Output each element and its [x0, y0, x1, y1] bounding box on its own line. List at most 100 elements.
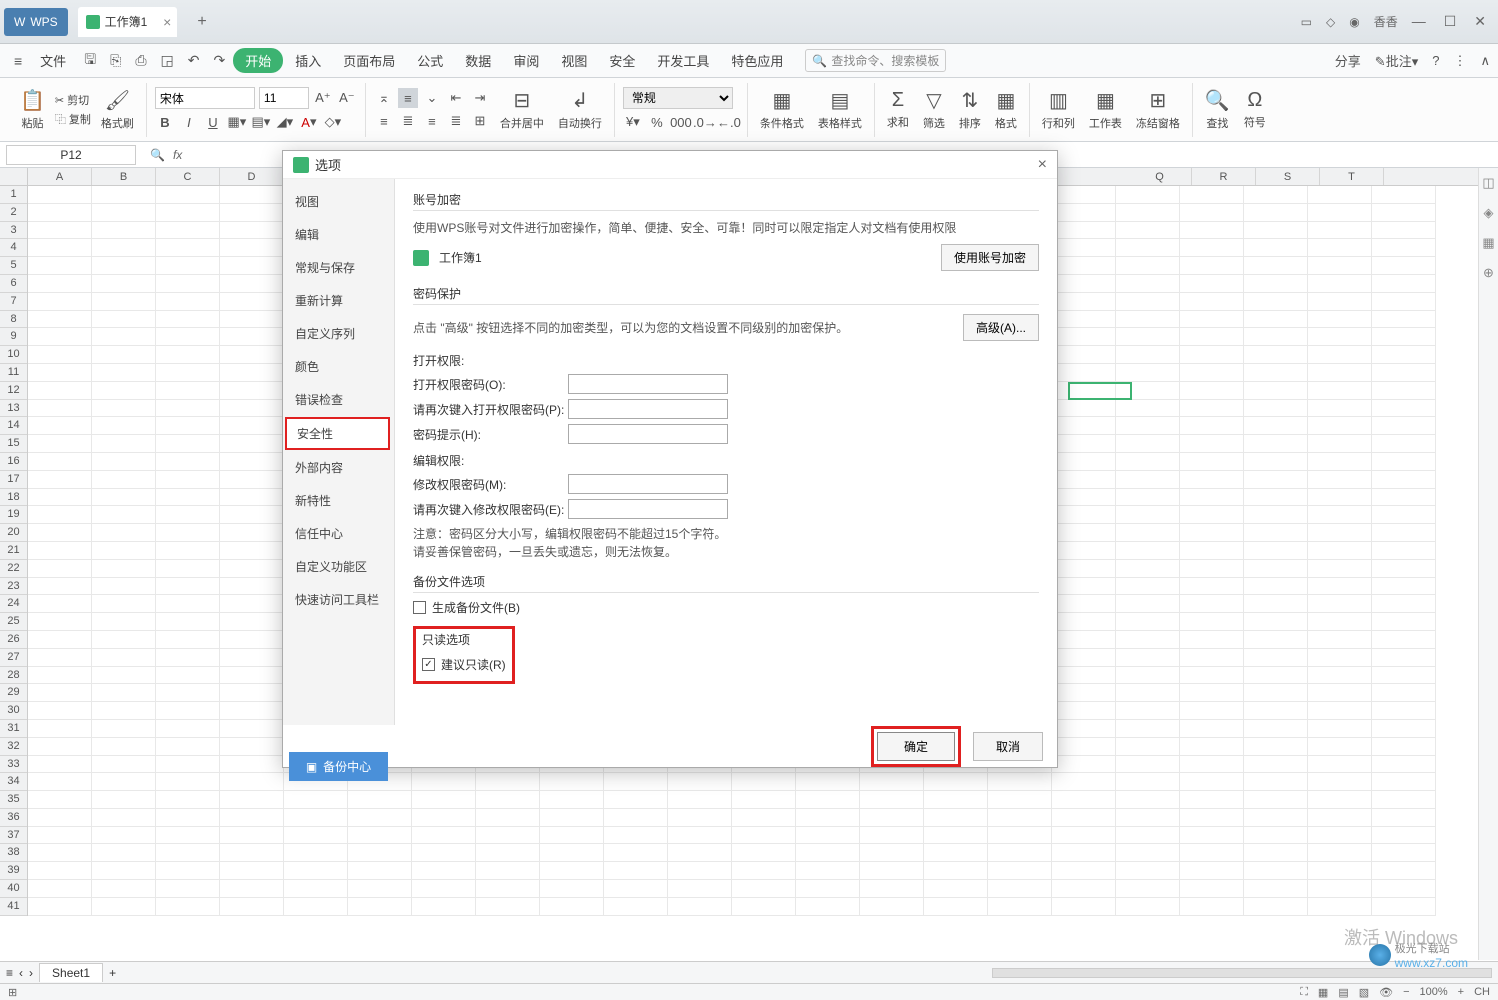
- paste-button[interactable]: 📋粘贴: [16, 86, 49, 133]
- row-header[interactable]: 36: [0, 809, 27, 827]
- row-header[interactable]: 23: [0, 578, 27, 596]
- nav-edit[interactable]: 编辑: [283, 218, 394, 251]
- cut-button[interactable]: ✂剪切: [55, 92, 91, 108]
- row-header[interactable]: 39: [0, 862, 27, 880]
- row-header[interactable]: 7: [0, 293, 27, 311]
- underline-icon[interactable]: U: [203, 112, 223, 132]
- clear-format-icon[interactable]: ◇▾: [323, 112, 343, 132]
- worksheet-button[interactable]: ▦工作表: [1085, 86, 1126, 133]
- user-avatar-icon[interactable]: ◉: [1349, 15, 1359, 29]
- row-header[interactable]: 20: [0, 524, 27, 542]
- share-button[interactable]: 分享: [1335, 51, 1361, 70]
- dialog-close-icon[interactable]: ×: [1038, 156, 1047, 174]
- tab-special[interactable]: 特色应用: [721, 47, 793, 74]
- comma-icon[interactable]: 000: [671, 112, 691, 132]
- open-pwd-confirm-input[interactable]: [568, 399, 728, 419]
- row-header[interactable]: 5: [0, 257, 27, 275]
- align-middle-icon[interactable]: ≡: [398, 88, 418, 108]
- bold-icon[interactable]: B: [155, 112, 175, 132]
- advanced-button[interactable]: 高级(A)...: [963, 314, 1039, 341]
- row-header[interactable]: 31: [0, 720, 27, 738]
- italic-icon[interactable]: I: [179, 112, 199, 132]
- col-header[interactable]: S: [1256, 168, 1320, 185]
- zoom-level[interactable]: 100%: [1420, 986, 1448, 998]
- cell-style-icon[interactable]: ▤▾: [251, 112, 271, 132]
- create-backup-row[interactable]: 生成备份文件(B): [413, 599, 1039, 616]
- menu-file[interactable]: 文件: [30, 47, 76, 74]
- row-header[interactable]: 15: [0, 435, 27, 453]
- save-icon[interactable]: 🖫: [78, 45, 102, 77]
- row-header[interactable]: 8: [0, 311, 27, 329]
- add-tab-button[interactable]: +: [197, 13, 206, 31]
- copy-button[interactable]: ⿻复制: [55, 111, 91, 127]
- align-top-icon[interactable]: ⌅: [374, 88, 394, 108]
- select-all-corner[interactable]: [0, 168, 28, 186]
- nav-recalc[interactable]: 重新计算: [283, 284, 394, 317]
- number-format-select[interactable]: 常规: [623, 87, 733, 109]
- tab-developer[interactable]: 开发工具: [647, 47, 719, 74]
- nav-error-check[interactable]: 错误检查: [283, 383, 394, 416]
- fill-color-icon[interactable]: ◢▾: [275, 112, 295, 132]
- font-color-icon[interactable]: A▾: [299, 112, 319, 132]
- collapse-ribbon-icon[interactable]: ∧: [1480, 53, 1490, 69]
- ok-button[interactable]: 确定: [877, 732, 955, 761]
- tab-start[interactable]: 开始: [233, 48, 283, 73]
- border-icon[interactable]: ▦▾: [227, 112, 247, 132]
- row-header[interactable]: 14: [0, 417, 27, 435]
- col-header[interactable]: A: [28, 168, 92, 185]
- help-icon[interactable]: ?: [1432, 53, 1439, 68]
- row-header[interactable]: 10: [0, 346, 27, 364]
- row-header[interactable]: 6: [0, 275, 27, 293]
- app-logo[interactable]: W WPS: [4, 8, 68, 36]
- view-break-icon[interactable]: ▧: [1359, 986, 1369, 999]
- row-header[interactable]: 16: [0, 453, 27, 471]
- row-header[interactable]: 25: [0, 613, 27, 631]
- nav-color[interactable]: 颜色: [283, 350, 394, 383]
- rowcol-button[interactable]: ▥行和列: [1038, 86, 1079, 133]
- create-backup-checkbox[interactable]: [413, 601, 426, 614]
- decrease-font-icon[interactable]: A⁻: [337, 88, 357, 108]
- freeze-button[interactable]: ⊞冻结窗格: [1132, 86, 1184, 133]
- pwd-hint-input[interactable]: [568, 424, 728, 444]
- decrease-indent-icon[interactable]: ⇤: [446, 88, 466, 108]
- nav-view[interactable]: 视图: [283, 185, 394, 218]
- sort-button[interactable]: ⇅排序: [955, 86, 985, 133]
- tab-next-icon[interactable]: ›: [29, 966, 33, 980]
- row-header[interactable]: 22: [0, 560, 27, 578]
- nav-trust-center[interactable]: 信任中心: [283, 517, 394, 550]
- view-page-icon[interactable]: ▤: [1338, 986, 1348, 999]
- modify-pwd-input[interactable]: [568, 474, 728, 494]
- zoom-in-icon[interactable]: +: [1458, 986, 1464, 998]
- font-size-select[interactable]: [259, 87, 309, 109]
- nav-custom-ribbon[interactable]: 自定义功能区: [283, 550, 394, 583]
- sidebar-tool-2[interactable]: ◈: [1479, 198, 1498, 228]
- row-header[interactable]: 30: [0, 702, 27, 720]
- tab-prev-icon[interactable]: ‹: [19, 966, 23, 980]
- increase-indent-icon[interactable]: ⇥: [470, 88, 490, 108]
- col-header[interactable]: Q: [1128, 168, 1192, 185]
- percent-icon[interactable]: %: [647, 112, 667, 132]
- wrap-button[interactable]: ↲自动换行: [554, 86, 606, 133]
- close-window-icon[interactable]: ✕: [1474, 13, 1486, 30]
- command-search[interactable]: 🔍 查找命令、搜索模板: [805, 49, 946, 72]
- recommend-readonly-row[interactable]: ✓ 建议只读(R): [422, 656, 506, 673]
- status-icon[interactable]: ⊞: [8, 986, 17, 999]
- align-right-icon[interactable]: ≡: [422, 111, 442, 131]
- menu-hamburger-icon[interactable]: ≡: [8, 49, 28, 73]
- document-tab[interactable]: 工作簿1 ×: [78, 7, 178, 37]
- row-header[interactable]: 34: [0, 773, 27, 791]
- row-header[interactable]: 38: [0, 844, 27, 862]
- nav-quick-access[interactable]: 快速访问工具栏: [283, 583, 394, 616]
- col-header[interactable]: B: [92, 168, 156, 185]
- nav-new-feature[interactable]: 新特性: [283, 484, 394, 517]
- col-header[interactable]: R: [1192, 168, 1256, 185]
- open-pwd-input[interactable]: [568, 374, 728, 394]
- zoom-out-icon[interactable]: −: [1403, 986, 1409, 998]
- tab-review[interactable]: 审阅: [503, 47, 549, 74]
- print-icon[interactable]: ⎙: [129, 48, 152, 73]
- row-header[interactable]: 2: [0, 204, 27, 222]
- tab-data[interactable]: 数据: [455, 47, 501, 74]
- row-header[interactable]: 26: [0, 631, 27, 649]
- row-header[interactable]: 35: [0, 791, 27, 809]
- row-header[interactable]: 4: [0, 239, 27, 257]
